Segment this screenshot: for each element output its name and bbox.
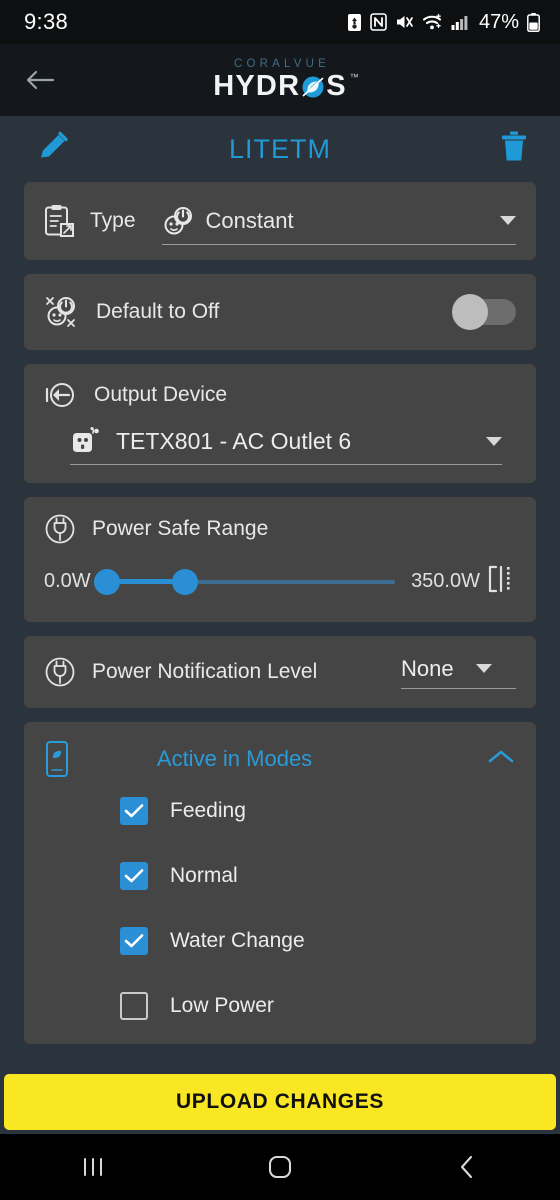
mode-label: Water Change xyxy=(170,928,305,952)
range-bracket-icon[interactable] xyxy=(486,563,516,600)
logo-hydros-text: HYDR S ™ xyxy=(213,70,358,103)
type-card: Type Constant xyxy=(24,182,536,260)
upload-changes-button[interactable]: UPLOAD CHANGES xyxy=(4,1074,556,1130)
power-min-label: 0.0W xyxy=(44,570,91,592)
nfc-icon xyxy=(370,13,387,31)
checkbox-unchecked[interactable] xyxy=(120,991,148,1020)
logo-hydros-post: S xyxy=(326,70,347,103)
mode-label: Low Power xyxy=(170,993,274,1017)
status-bar: 9:38 47% xyxy=(0,0,560,44)
power-notification-label: Power Notification Level xyxy=(92,660,318,683)
default-to-off-card: Default to Off xyxy=(24,274,536,350)
output-device-select[interactable]: TETX801 - AC Outlet 6 xyxy=(70,426,502,465)
trash-icon[interactable] xyxy=(500,131,528,168)
status-icons: 47% xyxy=(347,11,540,34)
mode-label: Feeding xyxy=(170,798,246,822)
page-title: LITETM xyxy=(228,133,331,164)
power-safe-range-slider-row: 0.0W 350.0W xyxy=(44,563,516,600)
back-arrow-icon[interactable] xyxy=(18,58,62,102)
hydros-logo: CORALVUE HYDR S ™ xyxy=(213,57,358,103)
app-bar: CORALVUE HYDR S ™ xyxy=(0,44,560,116)
device-screen-icon xyxy=(44,740,70,778)
power-max-label: 350.0W xyxy=(411,570,480,592)
mode-row[interactable]: Low Power xyxy=(44,973,516,1038)
title-row: LITETM xyxy=(0,116,560,182)
back-chevron-icon[interactable] xyxy=(422,1153,512,1181)
power-safe-range-label: Power Safe Range xyxy=(92,517,269,540)
mode-row[interactable]: Water Change xyxy=(44,908,516,973)
output-device-card: Output Device TETX801 - AC Outlet 6 xyxy=(24,364,536,483)
home-icon[interactable] xyxy=(235,1153,325,1181)
mute-vibrate-icon xyxy=(395,13,414,31)
power-notification-card: Power Notification Level None xyxy=(24,636,536,708)
type-label: Type xyxy=(90,209,136,232)
type-value: Constant xyxy=(205,207,294,233)
status-clock: 9:38 xyxy=(24,9,69,34)
cellular-signal-icon xyxy=(451,14,469,31)
chevron-down-icon[interactable] xyxy=(475,664,492,673)
battery-icon xyxy=(527,12,540,32)
app-root: 9:38 47% CORALVUE HYDR S ™ LITETM Type C… xyxy=(0,0,560,1200)
toggle-knob xyxy=(452,294,488,330)
default-to-off-toggle[interactable] xyxy=(452,294,516,330)
slider-thumb-min[interactable] xyxy=(93,568,120,595)
chevron-down-icon[interactable] xyxy=(486,436,502,446)
checkbox-checked[interactable] xyxy=(120,861,148,890)
output-device-value: TETX801 - AC Outlet 6 xyxy=(116,427,352,454)
outlet-icon xyxy=(70,426,102,456)
logo-trademark: ™ xyxy=(349,72,360,83)
wifi-icon xyxy=(422,13,443,31)
logo-coralvue-text: CORALVUE xyxy=(233,57,330,70)
checkbox-checked[interactable] xyxy=(120,796,148,825)
power-plug-circle-icon xyxy=(44,513,76,545)
output-arrow-icon xyxy=(44,380,78,410)
power-notification-select[interactable]: None xyxy=(401,656,516,689)
android-nav-bar xyxy=(0,1134,560,1200)
output-device-header: Output Device xyxy=(44,380,516,410)
type-select[interactable]: Constant xyxy=(161,206,516,245)
power-safe-range-card: Power Safe Range 0.0W 350.0W xyxy=(24,497,536,622)
slider-thumb-max[interactable] xyxy=(171,568,198,595)
power-safe-range-header: Power Safe Range xyxy=(44,513,516,545)
battery-percent-label: 47% xyxy=(478,10,519,33)
power-range-slider[interactable] xyxy=(93,568,396,595)
checkbox-checked[interactable] xyxy=(120,926,148,955)
output-device-label: Output Device xyxy=(94,383,228,406)
active-modes-list: Feeding Normal Water Change Low Power xyxy=(44,778,516,1038)
default-to-off-label: Default to Off xyxy=(96,300,220,323)
logo-hydros-pre: HYDR xyxy=(213,70,301,103)
chevron-down-icon[interactable] xyxy=(500,216,516,225)
outlet-off-icon xyxy=(44,295,80,329)
recents-icon[interactable] xyxy=(48,1154,138,1180)
battery-saver-icon xyxy=(347,13,362,32)
power-plug-circle-icon xyxy=(44,656,76,688)
mode-row[interactable]: Feeding xyxy=(44,778,516,843)
clipboard-edit-icon xyxy=(44,204,76,238)
logo-leaf-icon xyxy=(301,75,325,99)
active-in-modes-card: Active in Modes Feeding Normal Water Chang… xyxy=(24,722,536,1044)
pencil-icon[interactable] xyxy=(36,130,70,169)
active-in-modes-title: Active in Modes xyxy=(156,746,313,771)
mode-label: Normal xyxy=(170,863,238,887)
outlet-power-icon xyxy=(162,206,194,236)
active-in-modes-header[interactable]: Active in Modes xyxy=(44,740,516,778)
settings-content: Type Constant Default to Off Output Devi… xyxy=(0,182,560,1074)
mode-row[interactable]: Normal xyxy=(44,843,516,908)
power-notification-value: None xyxy=(401,655,454,681)
chevron-up-icon[interactable] xyxy=(486,747,516,772)
